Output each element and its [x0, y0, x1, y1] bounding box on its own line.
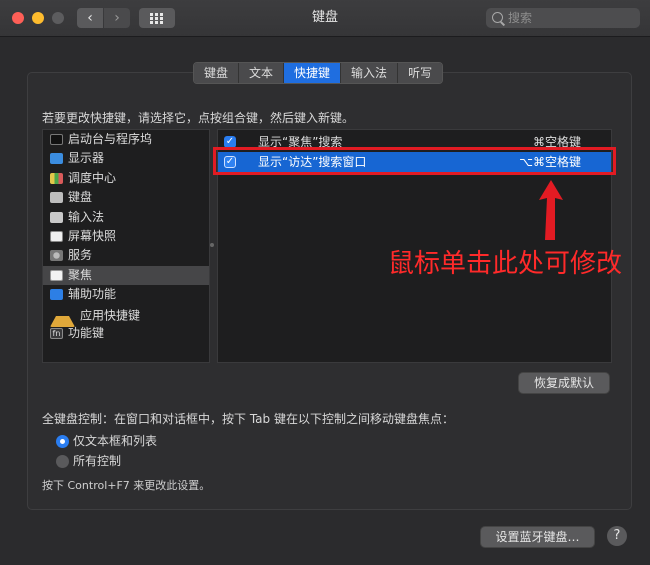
category-item-input-sources[interactable]: 输入法 — [43, 208, 209, 227]
spotlight-icon — [50, 269, 63, 281]
category-item-services[interactable]: 服务 — [43, 246, 209, 265]
setup-bluetooth-keyboard-button[interactable]: 设置蓝牙键盘… — [481, 527, 594, 547]
shortcut-row-spotlight-search[interactable]: ✓ 显示“聚焦”搜索 ⌘空格键 — [218, 132, 611, 152]
category-label: 输入法 — [68, 209, 105, 224]
category-item-app-shortcuts[interactable]: 应用快捷键 — [43, 305, 209, 327]
search-field[interactable] — [486, 8, 640, 28]
search-icon — [492, 12, 503, 23]
radio-label: 仅文本框和列表 — [73, 434, 158, 448]
category-label: 服务 — [68, 248, 93, 263]
shortcut-key[interactable]: ⌘空格键 — [533, 132, 581, 152]
shortcut-checkbox[interactable]: ✓ — [224, 156, 236, 168]
category-label: 屏幕快照 — [68, 228, 117, 243]
show-all-grid-button[interactable] — [139, 8, 175, 28]
full-keyboard-access-label: 全键盘控制：在窗口和对话框中，按下 Tab 键在以下控制之间移动键盘焦点： — [42, 412, 454, 426]
radio-button[interactable] — [56, 435, 69, 448]
close-window-button[interactable] — [12, 12, 24, 24]
radio-all-controls[interactable]: 所有控制 — [56, 452, 121, 470]
radio-label: 所有控制 — [73, 454, 122, 468]
category-item-mission-control[interactable]: 调度中心 — [43, 169, 209, 188]
category-label: 功能键 — [68, 325, 105, 340]
annotation-text: 鼠标单击此处可修改 — [388, 249, 623, 279]
shortcut-checkbox[interactable]: ✓ — [224, 136, 236, 148]
category-label: 启动台与程序坞 — [68, 132, 153, 146]
category-item-spotlight[interactable]: 聚焦 — [43, 265, 209, 286]
category-label: 键盘 — [68, 190, 93, 205]
category-list[interactable]: 启动台与程序坞 显示器 调度中心 键盘 输入法 屏幕快照 服务 聚焦 辅助功能 … — [42, 129, 210, 363]
tab-shortcuts[interactable]: 快捷键 — [284, 63, 342, 83]
split-view-handle[interactable] — [210, 243, 214, 247]
category-item-launchpad[interactable]: 启动台与程序坞 — [43, 130, 209, 149]
category-item-display[interactable]: 显示器 — [43, 149, 209, 168]
search-input[interactable] — [508, 8, 634, 28]
category-label: 显示器 — [68, 151, 105, 166]
screenshot-icon — [50, 230, 63, 242]
zoom-window-button[interactable] — [52, 12, 64, 24]
tab-bar: 键盘 文本 快捷键 输入法 听写 — [193, 62, 444, 84]
shortcut-name: 显示“聚焦”搜索 — [258, 135, 343, 149]
tab-input-sources[interactable]: 输入法 — [341, 63, 399, 83]
title-bar: ‹ › 键盘 — [0, 0, 650, 37]
help-button[interactable]: ? — [607, 526, 627, 546]
mission-control-icon — [50, 172, 63, 184]
radio-text-boxes-lists[interactable]: 仅文本框和列表 — [56, 432, 157, 450]
category-label: 应用快捷键 — [80, 308, 141, 323]
annotation-arrow-icon — [539, 180, 563, 240]
category-item-accessibility[interactable]: 辅助功能 — [43, 285, 209, 304]
shortcut-row-finder-search[interactable]: ✓ 显示“访达”搜索窗口 ⌥⌘空格键 — [218, 152, 611, 172]
forward-button[interactable]: › — [104, 8, 130, 28]
shortcut-name: 显示“访达”搜索窗口 — [258, 155, 367, 169]
category-item-screenshots[interactable]: 屏幕快照 — [43, 227, 209, 246]
services-gear-icon — [50, 250, 63, 262]
display-icon — [50, 153, 63, 165]
category-item-function-keys[interactable]: fn 功能键 — [43, 324, 209, 343]
control-f7-note: 按下 Control+F7 来更改此设置。 — [42, 479, 211, 492]
launchpad-icon — [50, 134, 63, 145]
tab-keyboard[interactable]: 键盘 — [194, 63, 240, 83]
fn-key-icon: fn — [50, 327, 63, 339]
category-label: 聚焦 — [68, 267, 93, 282]
category-label: 调度中心 — [68, 170, 117, 185]
minimize-window-button[interactable] — [32, 12, 44, 24]
input-source-icon — [50, 211, 63, 223]
back-button[interactable]: ‹ — [77, 8, 103, 28]
category-item-keyboard[interactable]: 键盘 — [43, 188, 209, 207]
shortcut-key[interactable]: ⌥⌘空格键 — [519, 152, 581, 172]
instruction-text: 若要更改快捷键，请选择它，点按组合键，然后键入新键。 — [42, 111, 355, 125]
accessibility-icon — [50, 289, 63, 301]
radio-button[interactable] — [56, 455, 69, 468]
tab-text[interactable]: 文本 — [239, 63, 285, 83]
category-label: 辅助功能 — [68, 287, 117, 302]
restore-defaults-button[interactable]: 恢复成默认 — [519, 373, 609, 393]
tab-dictation[interactable]: 听写 — [398, 63, 443, 83]
keyboard-icon — [50, 192, 63, 204]
